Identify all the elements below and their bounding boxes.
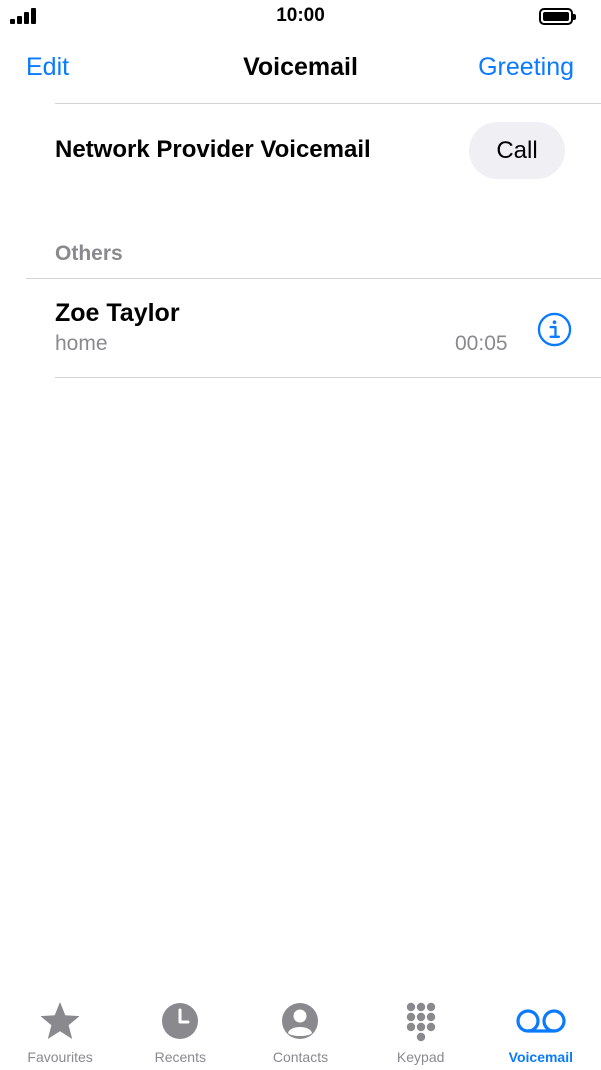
tab-label: Favourites [27,1049,93,1065]
network-provider-label: Network Provider Voicemail [55,136,371,163]
greeting-button[interactable]: Greeting [478,53,574,82]
voicemail-caller-name: Zoe Taylor [55,299,180,327]
section-header-others: Others [55,242,123,265]
tab-keypad[interactable]: Keypad [361,990,481,1070]
voicemail-list-item[interactable]: Zoe Taylor home 00:05 [0,279,601,377]
status-bar: 10:00 [0,0,601,34]
tab-label: Voicemail [508,1049,573,1065]
tab-label: Recents [154,1049,206,1065]
navigation-bar: Edit Voicemail Greeting [0,40,601,96]
network-provider-row: Network Provider Voicemail Call [0,104,601,199]
voicemail-number-type: home [55,332,108,355]
status-time: 10:00 [276,5,325,26]
tab-voicemail[interactable]: Voicemail [481,990,601,1070]
voicemail-icon [516,1009,566,1033]
tab-favourites[interactable]: Favourites [0,990,120,1070]
tab-recents[interactable]: Recents [120,990,240,1070]
tab-contacts[interactable]: Contacts [240,990,360,1070]
tab-bar: Favourites Recents Contacts Keypad Voice… [0,990,601,1070]
divider [55,377,601,378]
star-icon [40,1002,80,1039]
voicemail-duration: 00:05 [455,332,508,355]
battery-icon [539,8,576,25]
info-icon[interactable] [537,312,572,347]
clock-icon [162,1003,199,1039]
call-button[interactable]: Call [469,122,565,179]
keypad-icon [406,1002,435,1042]
tab-label: Keypad [396,1049,445,1065]
person-icon [282,1003,319,1039]
voicemail-screen: 10:00 Edit Voicemail Greeting Network Pr… [0,0,601,1070]
tab-label: Contacts [272,1049,329,1065]
